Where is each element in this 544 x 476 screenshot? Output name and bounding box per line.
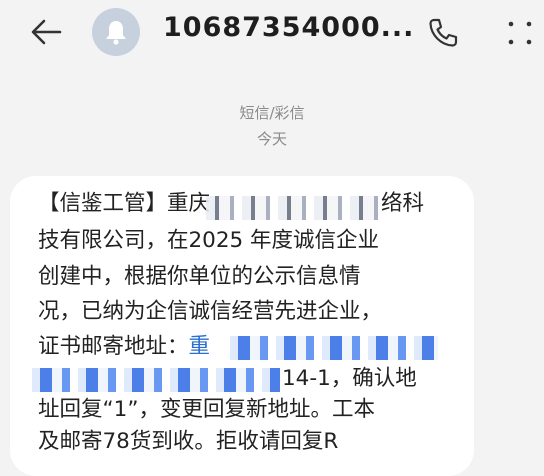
message-line: 及邮寄78货到收。拒收请回复R	[38, 429, 339, 454]
address-link[interactable]: 重	[189, 334, 211, 359]
date-label: 今天	[256, 130, 287, 148]
message-channel-label: 短信/彩信	[239, 104, 305, 122]
back-arrow-icon	[31, 19, 62, 45]
message-line: 况，已纳为企信诚信经营先进企业，	[38, 299, 383, 324]
avatar[interactable]	[92, 8, 140, 56]
redacted-region	[206, 196, 378, 220]
message-text: 证书邮寄地址：	[38, 334, 189, 359]
message-line: 【信鉴工管】重庆	[38, 188, 210, 220]
message-text: 【信鉴工管】重庆	[38, 191, 211, 216]
message-bubble[interactable]: 【信鉴工管】重庆 络科 技有限公司，在2025 年度诚信企业 创建中，根据你单位…	[10, 176, 474, 476]
message-text: 14-1，确认地	[282, 366, 417, 391]
top-bar: 10687354000...	[0, 0, 544, 70]
back-button[interactable]	[26, 15, 66, 49]
redacted-region	[230, 336, 438, 360]
message-text: 络科	[381, 191, 425, 216]
message-line: 证书邮寄地址：重	[38, 331, 210, 363]
more-dots-icon	[508, 21, 532, 45]
sender-number: 10687354000...	[163, 12, 415, 43]
message-line: 址回复“1”，变更回复新地址。工本	[38, 397, 375, 422]
more-options-button[interactable]	[502, 15, 538, 51]
message-line: 创建中，根据你单位的公示信息情	[38, 264, 361, 289]
message-line-end: 络科	[381, 188, 424, 220]
call-button[interactable]	[425, 15, 461, 51]
phone-icon	[429, 18, 458, 47]
bell-icon	[106, 21, 126, 45]
message-line: 技有限公司，在2025 年度诚信企业	[38, 228, 380, 253]
message-line-end: 14-1，确认地	[282, 363, 417, 395]
redacted-region	[32, 368, 280, 392]
